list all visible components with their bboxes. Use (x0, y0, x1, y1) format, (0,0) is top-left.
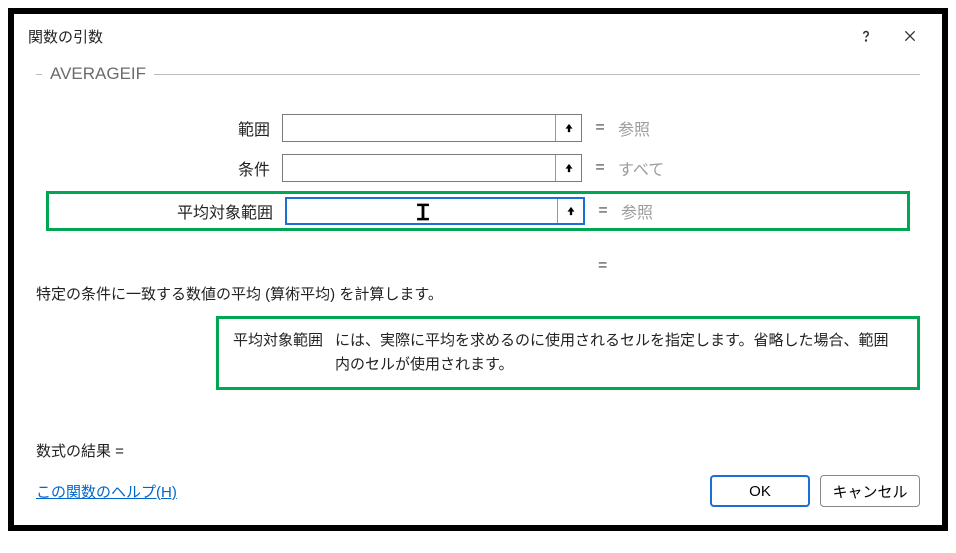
titlebar: 関数の引数 (14, 14, 942, 60)
formula-result-label: 数式の結果 = (36, 443, 124, 460)
arg-row-criteria: 条件 = すべて (46, 151, 910, 185)
equals-label: = (598, 257, 607, 275)
range-input[interactable] (283, 115, 555, 141)
function-help-link[interactable]: この関数のヘルプ(H) (36, 481, 177, 502)
text-cursor-icon: Ｉ (287, 199, 557, 223)
argument-description: には、実際に平均を求めるのに使用されるセルを指定します。省略した場合、範囲内のセ… (335, 329, 903, 377)
criteria-input[interactable] (283, 155, 555, 181)
arg-hint: 参照 (621, 199, 653, 223)
equals-label: = (585, 202, 621, 220)
average-range-input-wrap: Ｉ (285, 197, 585, 225)
formula-result: 数式の結果 = (36, 440, 920, 461)
arg-hint: すべて (618, 156, 664, 180)
dialog-footer: この関数のヘルプ(H) OK キャンセル (36, 475, 920, 507)
collapse-dialog-icon[interactable] (555, 115, 581, 141)
arg-row-average-range: 平均対象範囲 Ｉ = 参照 (46, 191, 910, 231)
argument-name: 平均対象範囲 (233, 329, 323, 377)
arg-label: 条件 (46, 156, 282, 180)
collapse-dialog-icon[interactable] (555, 155, 581, 181)
equals-label: = (582, 119, 618, 137)
range-input-wrap (282, 114, 582, 142)
argument-description-block: 平均対象範囲 には、実際に平均を求めるのに使用されるセルを指定します。省略した場… (216, 316, 920, 390)
arg-label: 範囲 (46, 116, 282, 140)
collapse-dialog-icon[interactable] (557, 199, 583, 223)
cancel-button[interactable]: キャンセル (820, 475, 920, 507)
dialog-title: 関数の引数 (28, 26, 844, 47)
function-arguments-dialog: 関数の引数 AVERAGEIF 範囲 (8, 8, 948, 531)
arg-row-range: 範囲 = 参照 (46, 111, 910, 145)
equals-label: = (582, 159, 618, 177)
arg-label: 平均対象範囲 (49, 199, 285, 223)
function-description: 特定の条件に一致する数値の平均 (算術平均) を計算します。 (36, 283, 920, 304)
close-icon[interactable] (888, 22, 932, 50)
help-icon[interactable] (844, 22, 888, 50)
criteria-input-wrap (282, 154, 582, 182)
arg-hint: 参照 (618, 116, 650, 140)
arguments-group: AVERAGEIF 範囲 = 参照 条件 (36, 74, 920, 247)
function-name-label: AVERAGEIF (42, 64, 154, 84)
dialog-body: AVERAGEIF 範囲 = 参照 条件 (14, 74, 942, 525)
ok-button[interactable]: OK (710, 475, 810, 507)
preview-equals-row: = (36, 257, 920, 275)
